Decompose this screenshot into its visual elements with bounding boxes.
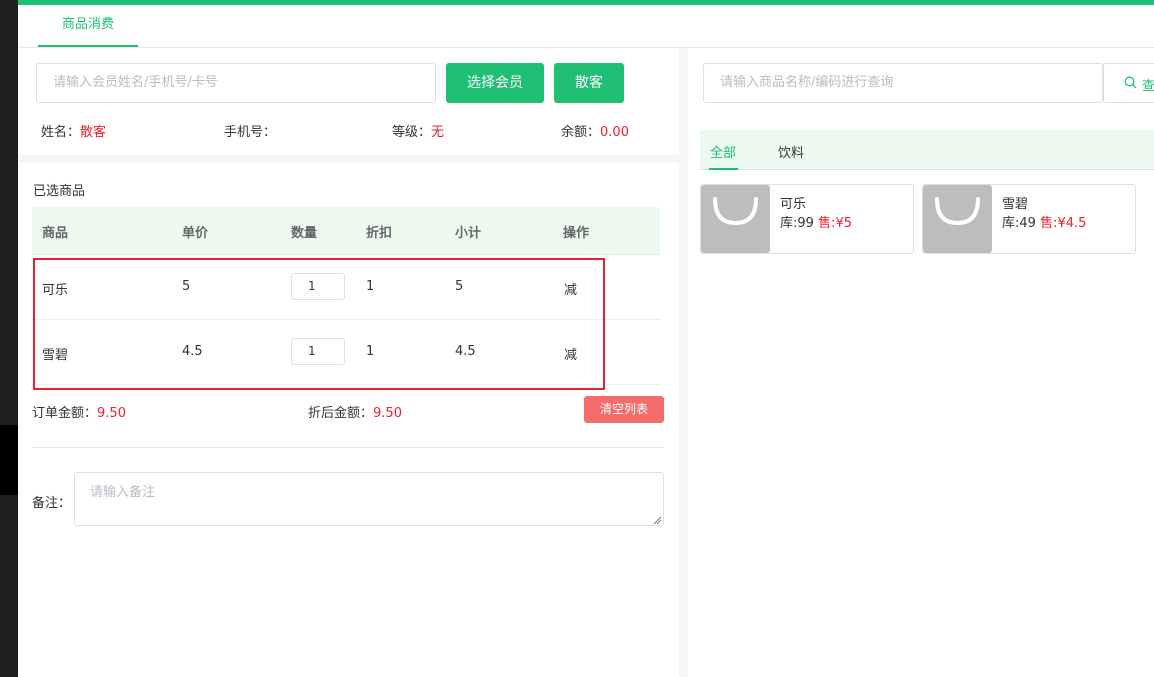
order-amount-value: 9.50 <box>97 406 126 421</box>
member-level: 等级：无 <box>392 121 444 140</box>
highlight-box <box>33 258 605 390</box>
divider <box>32 447 664 448</box>
stock-value: 49 <box>1019 216 1036 231</box>
search-button-label: 查 <box>1142 79 1154 94</box>
tab-bar <box>18 5 1154 48</box>
category-tab-all[interactable]: 全部 <box>710 142 736 161</box>
product-stock-price: 库:49 售:¥4.5 <box>1002 212 1086 231</box>
order-amount: 订单金额：9.50 <box>32 402 126 421</box>
discounted-amount: 折后金额：9.50 <box>308 402 402 421</box>
stock-label: 库: <box>1002 216 1020 231</box>
sale-price: ¥4.5 <box>1057 216 1087 231</box>
sale-label: 售: <box>818 216 836 231</box>
guest-button[interactable]: 散客 <box>554 63 624 103</box>
stock-value: 99 <box>797 216 814 231</box>
discounted-amount-value: 9.50 <box>373 406 402 421</box>
category-tabs <box>700 130 1154 170</box>
remark-placeholder: 请输入备注 <box>90 485 156 500</box>
member-balance-value: 0.00 <box>600 125 629 140</box>
column-subtotal: 小计 <box>455 226 482 241</box>
active-tab-indicator <box>709 168 738 170</box>
sale-price: ¥5 <box>835 216 853 231</box>
member-level-value: 无 <box>431 125 445 140</box>
product-stock-price: 库:99 售:¥5 <box>780 212 852 231</box>
side-navigation <box>0 0 18 677</box>
discounted-amount-label: 折后金额： <box>308 406 374 421</box>
member-name: 姓名：散客 <box>41 121 106 140</box>
member-name-label: 姓名： <box>41 125 81 140</box>
sale-label: 售: <box>1040 216 1058 231</box>
selected-goods-title: 已选商品 <box>33 184 86 199</box>
sidebar-block <box>0 425 18 495</box>
app-root: 商品消费 请输入会员姓名/手机号/卡号 选择会员 散客 姓名：散客 手机号： 等… <box>0 0 1154 677</box>
clear-list-button[interactable]: 清空列表 <box>584 396 664 423</box>
column-action: 操作 <box>563 226 590 241</box>
remark-label: 备注： <box>32 496 72 511</box>
tab-goods-consumption[interactable]: 商品消费 <box>38 5 138 47</box>
member-search-input[interactable]: 请输入会员姓名/手机号/卡号 <box>36 63 436 103</box>
product-search-input[interactable]: 请输入商品名称/编码进行查询 <box>703 63 1103 103</box>
column-unit-price: 单价 <box>182 226 209 241</box>
member-phone-label: 手机号： <box>224 125 277 140</box>
member-balance-label: 余额： <box>561 125 601 140</box>
order-amount-label: 订单金额： <box>32 406 98 421</box>
category-tab-drinks[interactable]: 饮料 <box>778 142 804 161</box>
shopping-bag-icon <box>923 185 992 253</box>
stock-label: 库: <box>780 216 798 231</box>
product-search-button[interactable]: 查 <box>1103 63 1154 103</box>
member-level-label: 等级： <box>392 125 432 140</box>
shopping-bag-icon <box>701 185 770 253</box>
remark-textarea[interactable]: 请输入备注 <box>74 472 664 526</box>
member-name-value: 散客 <box>80 125 107 140</box>
column-goods: 商品 <box>42 226 69 241</box>
column-quantity: 数量 <box>291 226 318 241</box>
product-name: 可乐 <box>780 197 807 212</box>
select-member-button[interactable]: 选择会员 <box>446 63 544 103</box>
column-discount: 折扣 <box>366 226 393 241</box>
product-name: 雪碧 <box>1002 197 1029 212</box>
resize-handle-icon[interactable] <box>652 514 662 525</box>
search-icon <box>1124 76 1137 89</box>
member-balance: 余额：0.00 <box>561 121 629 140</box>
member-phone: 手机号： <box>224 121 276 140</box>
